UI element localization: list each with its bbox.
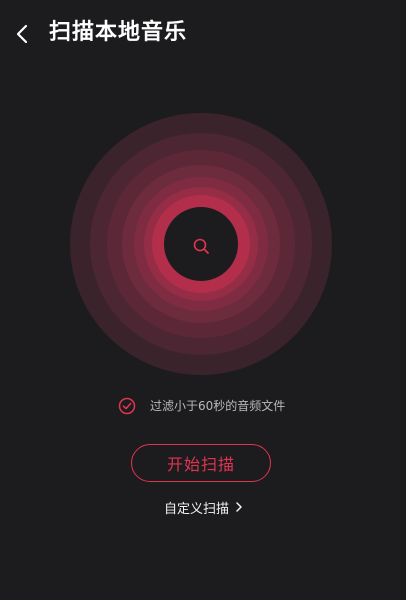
top-bar: 扫描本地音乐 [0, 0, 406, 68]
radar-core [164, 207, 238, 281]
scan-radar-graphic [70, 113, 332, 375]
page-title: 扫描本地音乐 [49, 20, 188, 45]
start-scan-button[interactable]: 开始扫描 [131, 444, 271, 482]
custom-scan-label: 自定义扫描 [164, 501, 230, 517]
chevron-right-icon [235, 501, 243, 513]
custom-scan-link[interactable]: 自定义扫描 [164, 496, 243, 518]
filter-short-audio-option[interactable]: 过滤小于60秒的音频文件 [118, 395, 285, 417]
scan-radar [69, 113, 333, 377]
start-scan-label: 开始扫描 [166, 455, 235, 474]
filter-short-audio-label: 过滤小于60秒的音频文件 [150, 399, 286, 413]
check-circle-icon[interactable] [118, 397, 136, 415]
back-button[interactable] [8, 18, 36, 50]
chevron-left-icon [16, 24, 28, 44]
